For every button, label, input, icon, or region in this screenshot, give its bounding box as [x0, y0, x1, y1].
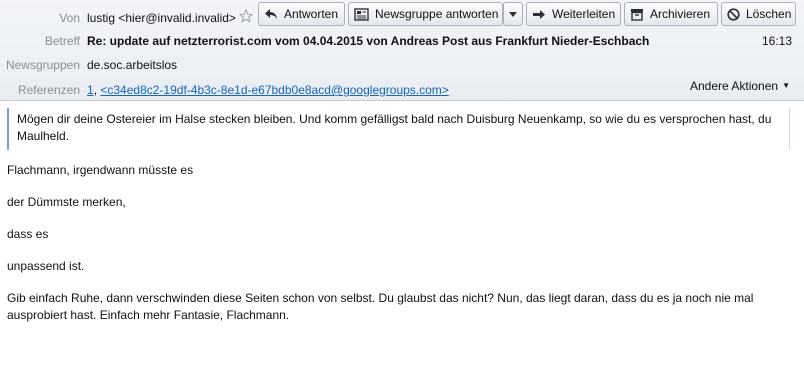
from-value[interactable]: lustig <hier@invalid.invalid>	[87, 11, 236, 25]
newsgroups-value[interactable]: de.soc.arbeitslos	[87, 58, 177, 72]
from-label: Von	[59, 11, 80, 25]
delete-icon	[727, 7, 740, 21]
archive-label: Archivieren	[650, 7, 711, 21]
forward-button[interactable]: Weiterleiten	[526, 2, 621, 26]
references-value: 1, <c34ed8c2-19df-4b3c-8e1d-e67bdb0e8acd…	[87, 83, 449, 97]
reply-newsgroup-dropdown[interactable]	[503, 2, 523, 26]
newsgroups-label: Newsgruppen	[5, 58, 80, 72]
body-paragraph: Gib einfach Ruhe, dann verschwinden dies…	[7, 291, 754, 322]
forward-arrow-icon	[533, 9, 545, 19]
body-line-1: Flachmann, irgendwann müsste es	[7, 163, 194, 177]
archive-button[interactable]: Archivieren	[624, 2, 718, 26]
reply-button[interactable]: Antworten	[258, 2, 345, 26]
caret-down-icon: ▼	[782, 81, 790, 90]
reply-newsgroup-button[interactable]: Newsgruppe antworten	[348, 2, 503, 26]
body-line-3: dass es	[7, 227, 49, 241]
delete-label: Löschen	[746, 7, 792, 21]
star-icon[interactable]	[239, 9, 253, 23]
reply-newsgroup-label: Newsgruppe antworten	[375, 7, 499, 21]
reply-label: Antworten	[284, 7, 339, 21]
delete-button[interactable]: Löschen	[721, 2, 796, 26]
other-actions-label: Andere Aktionen	[690, 79, 779, 93]
reference-link-1[interactable]: 1	[87, 83, 94, 97]
reference-link-2[interactable]: <c34ed8c2-19df-4b3c-8e1d-e67bdb0e8acd@go…	[100, 83, 448, 97]
subject-label: Betreff	[44, 34, 80, 48]
reply-icon	[265, 9, 277, 19]
body-line-4: unpassend ist.	[7, 259, 85, 273]
message-time: 16:13	[761, 34, 792, 48]
archive-icon	[631, 8, 643, 21]
newsgroup-icon	[354, 7, 369, 21]
body-line-2: der Dümmste merken,	[7, 195, 126, 209]
dropdown-arrow-icon	[509, 11, 517, 17]
references-label: Referenzen	[17, 83, 80, 97]
subject-value: Re: update auf netzterrorist.com vom 04.…	[87, 34, 650, 48]
quoted-text: Mögen dir deine Ostereier im Halse steck…	[7, 108, 790, 150]
other-actions-menu[interactable]: Andere Aktionen ▼	[690, 79, 790, 93]
message-header: Von lustig <hier@invalid.invalid> Antwor…	[0, 0, 804, 101]
reference-separator: ,	[93, 83, 98, 97]
forward-label: Weiterleiten	[552, 7, 616, 21]
